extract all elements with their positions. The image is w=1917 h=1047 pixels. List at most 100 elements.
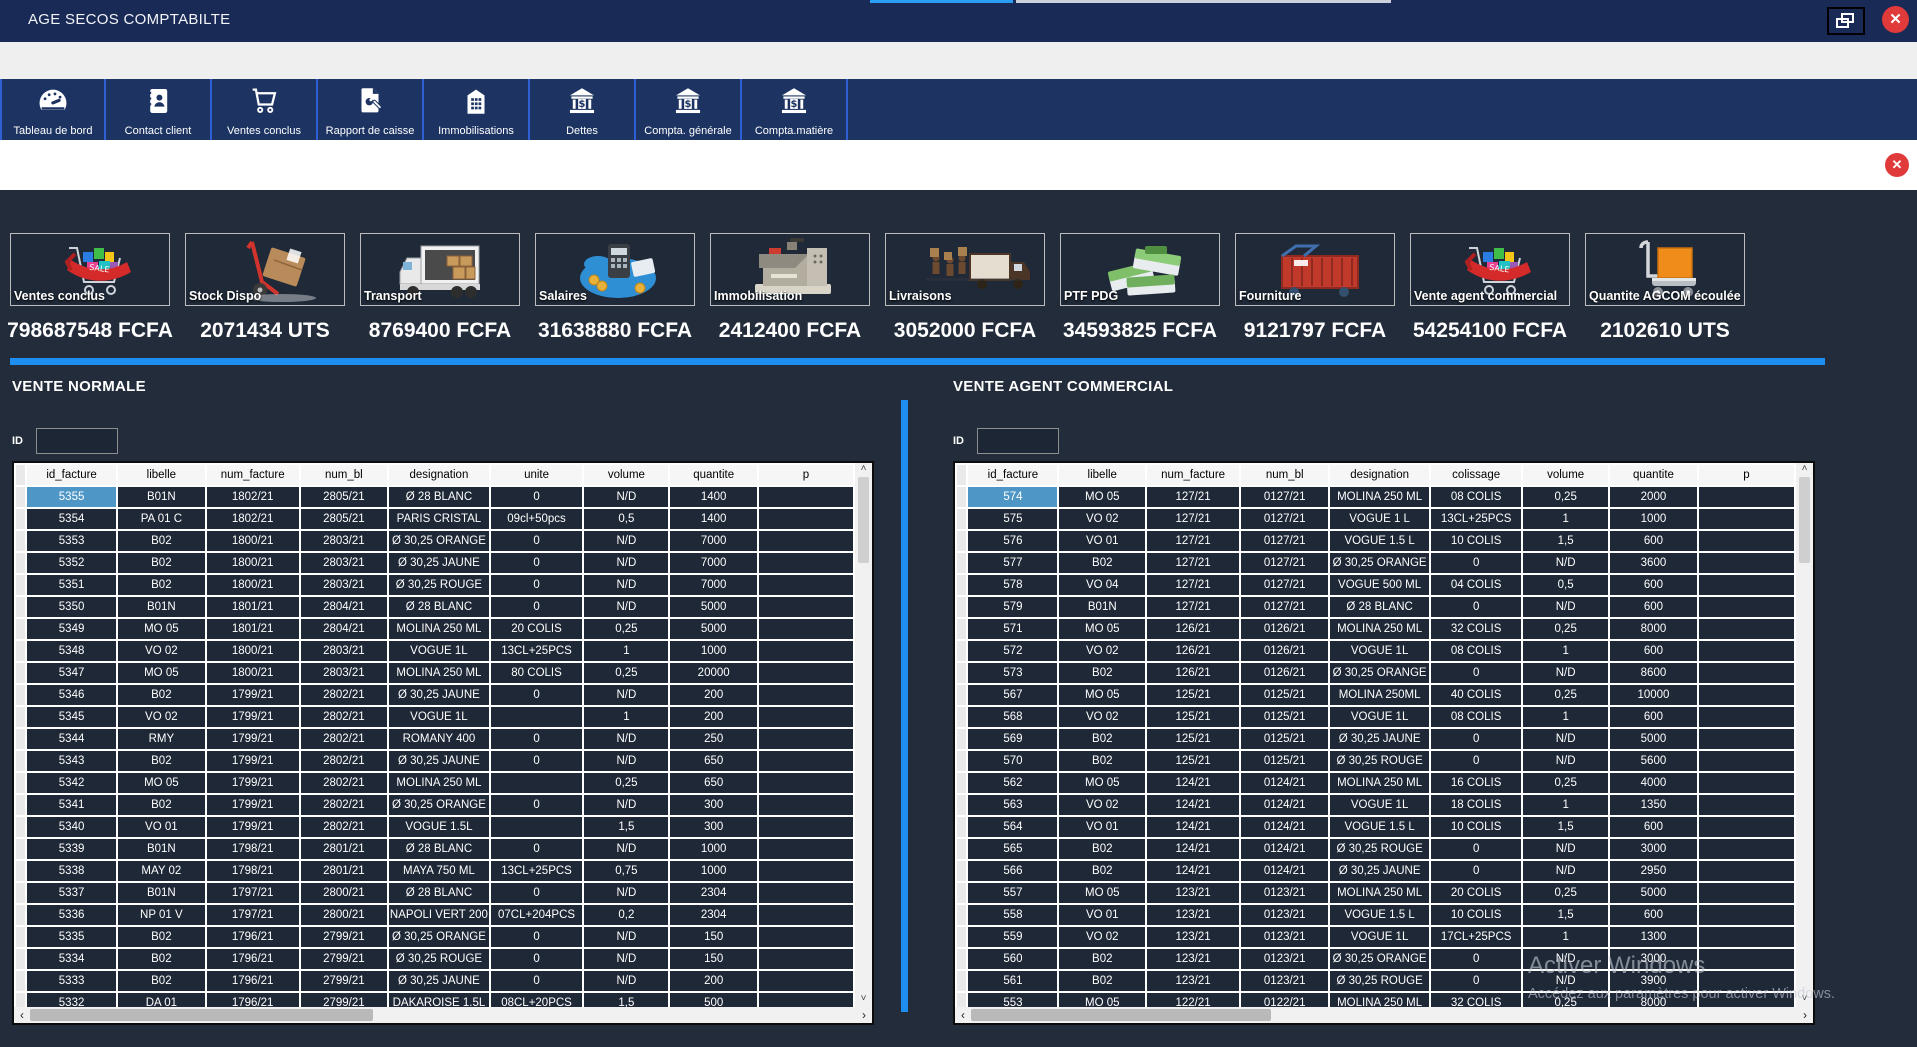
- grid-cell[interactable]: 2802/21: [301, 773, 388, 793]
- grid-cell[interactable]: MOLINA 250 ML: [1330, 773, 1429, 793]
- grid-cell[interactable]: 124/21: [1147, 795, 1239, 815]
- column-header[interactable]: num_facture: [207, 465, 299, 485]
- grid-cell[interactable]: 127/21: [1147, 531, 1239, 551]
- grid-cell[interactable]: 5355: [27, 487, 116, 507]
- row-selector-stub[interactable]: [16, 553, 25, 573]
- grid-cell[interactable]: 1: [584, 707, 668, 727]
- grid-cell[interactable]: 0123/21: [1241, 927, 1328, 947]
- grid-cell[interactable]: 5344: [27, 729, 116, 749]
- column-header[interactable]: quantite: [670, 465, 756, 485]
- grid-cell[interactable]: B01N: [118, 487, 205, 507]
- grid-cell[interactable]: 0127/21: [1241, 509, 1328, 529]
- column-header[interactable]: num_facture: [1147, 465, 1239, 485]
- column-header[interactable]: designation: [389, 465, 489, 485]
- row-selector-stub[interactable]: [957, 795, 966, 815]
- grid-cell[interactable]: 0: [491, 685, 583, 705]
- grid-cell[interactable]: 0123/21: [1241, 905, 1328, 925]
- grid-cell[interactable]: 125/21: [1147, 729, 1239, 749]
- grid-cell[interactable]: N/D: [1523, 949, 1608, 969]
- row-selector-stub[interactable]: [957, 971, 966, 991]
- grid-cell[interactable]: MOLINA 250 ML: [1330, 619, 1429, 639]
- grid-cell[interactable]: 2802/21: [301, 817, 388, 837]
- grid-cell[interactable]: MAY 02: [118, 861, 205, 881]
- grid-cell[interactable]: N/D: [584, 795, 668, 815]
- grid-cell[interactable]: 200: [670, 707, 756, 727]
- row-selector-stub[interactable]: [957, 905, 966, 925]
- grid-cell[interactable]: Ø 30,25 ROUGE: [389, 949, 489, 969]
- row-selector-stub[interactable]: [16, 949, 25, 969]
- grid-cell[interactable]: NAPOLI VERT 200: [389, 905, 489, 925]
- grid-cell[interactable]: [759, 663, 853, 683]
- grid-cell[interactable]: 0: [491, 949, 583, 969]
- grid-cell[interactable]: PARIS CRISTAL: [389, 509, 489, 529]
- row-selector-stub[interactable]: [957, 531, 966, 551]
- grid-cell[interactable]: VOGUE 1L: [389, 641, 489, 661]
- grid-cell[interactable]: [759, 949, 853, 969]
- grid-cell[interactable]: N/D: [584, 597, 668, 617]
- toolbar-item-compta-mati-re[interactable]: $Compta.matière: [742, 79, 848, 140]
- grid-cell[interactable]: 18 COLIS: [1431, 795, 1521, 815]
- grid-cell[interactable]: 5345: [27, 707, 116, 727]
- row-selector-stub[interactable]: [16, 575, 25, 595]
- grid-cell[interactable]: 300: [670, 817, 756, 837]
- grid-cell[interactable]: [1699, 487, 1794, 507]
- grid-cell[interactable]: 0: [491, 531, 583, 551]
- grid-cell[interactable]: Ø 30,25 JAUNE: [389, 553, 489, 573]
- row-selector-stub[interactable]: [957, 817, 966, 837]
- grid-cell[interactable]: RMY: [118, 729, 205, 749]
- grid-cell[interactable]: 1797/21: [207, 883, 299, 903]
- grid-cell[interactable]: MOLINA 250 ML: [389, 773, 489, 793]
- grid-cell[interactable]: 0: [1431, 597, 1521, 617]
- grid-cell[interactable]: 2803/21: [301, 575, 388, 595]
- kpi-card-image-box[interactable]: Transport: [360, 233, 520, 306]
- grid-cell[interactable]: 1,5: [584, 817, 668, 837]
- grid-cell[interactable]: [1699, 927, 1794, 947]
- grid-cell[interactable]: 1800/21: [207, 531, 299, 551]
- grid-cell[interactable]: 2802/21: [301, 707, 388, 727]
- grid-cell[interactable]: 1,5: [1523, 531, 1608, 551]
- grid-cell[interactable]: 0: [1431, 839, 1521, 859]
- grid-cell[interactable]: 576: [968, 531, 1057, 551]
- grid-cell[interactable]: 1796/21: [207, 993, 299, 1007]
- grid-cell[interactable]: 0: [1431, 861, 1521, 881]
- grid-cell[interactable]: 0: [491, 971, 583, 991]
- grid-cell[interactable]: 124/21: [1147, 839, 1239, 859]
- grid-cell[interactable]: 0,25: [1523, 619, 1608, 639]
- grid-cell[interactable]: 7000: [670, 553, 756, 573]
- grid-cell[interactable]: [759, 839, 853, 859]
- column-header[interactable]: p: [759, 465, 853, 485]
- grid-cell[interactable]: VO 02: [1059, 641, 1145, 661]
- row-selector-stub[interactable]: [957, 685, 966, 705]
- grid-cell[interactable]: [759, 597, 853, 617]
- grid-cell[interactable]: MOLINA 250 ML: [1330, 487, 1429, 507]
- grid-cell[interactable]: [759, 531, 853, 551]
- grid-cell[interactable]: 2800/21: [301, 883, 388, 903]
- grid-cell[interactable]: MAYA 750 ML: [389, 861, 489, 881]
- column-header[interactable]: id_facture: [968, 465, 1057, 485]
- grid-cell[interactable]: 2804/21: [301, 597, 388, 617]
- grid-cell[interactable]: 127/21: [1147, 597, 1239, 617]
- horizontal-scrollbar[interactable]: ‹›: [955, 1007, 1813, 1023]
- grid-cell[interactable]: 568: [968, 707, 1057, 727]
- id-filter-input[interactable]: [977, 428, 1059, 454]
- grid-cell[interactable]: 0: [491, 729, 583, 749]
- grid-cell[interactable]: [759, 971, 853, 991]
- grid-cell[interactable]: 16 COLIS: [1431, 773, 1521, 793]
- grid-cell[interactable]: Ø 30,25 ORANGE: [1330, 949, 1429, 969]
- grid-cell[interactable]: 150: [670, 949, 756, 969]
- grid-cell[interactable]: 0126/21: [1241, 663, 1328, 683]
- grid-cell[interactable]: VO 01: [1059, 531, 1145, 551]
- grid-cell[interactable]: 1400: [670, 509, 756, 529]
- grid-cell[interactable]: 0,25: [584, 773, 668, 793]
- row-selector-stub[interactable]: [957, 707, 966, 727]
- grid-cell[interactable]: [1699, 509, 1794, 529]
- grid-cell[interactable]: N/D: [584, 927, 668, 947]
- grid-cell[interactable]: 5347: [27, 663, 116, 683]
- grid-cell[interactable]: 564: [968, 817, 1057, 837]
- grid-cell[interactable]: 10 COLIS: [1431, 531, 1521, 551]
- horizontal-scrollbar[interactable]: ‹›: [14, 1007, 872, 1023]
- grid-cell[interactable]: 0122/21: [1241, 993, 1328, 1007]
- grid-cell[interactable]: [1699, 751, 1794, 771]
- grid-cell[interactable]: MO 05: [1059, 619, 1145, 639]
- grid-cell[interactable]: VOGUE 1L: [1330, 795, 1429, 815]
